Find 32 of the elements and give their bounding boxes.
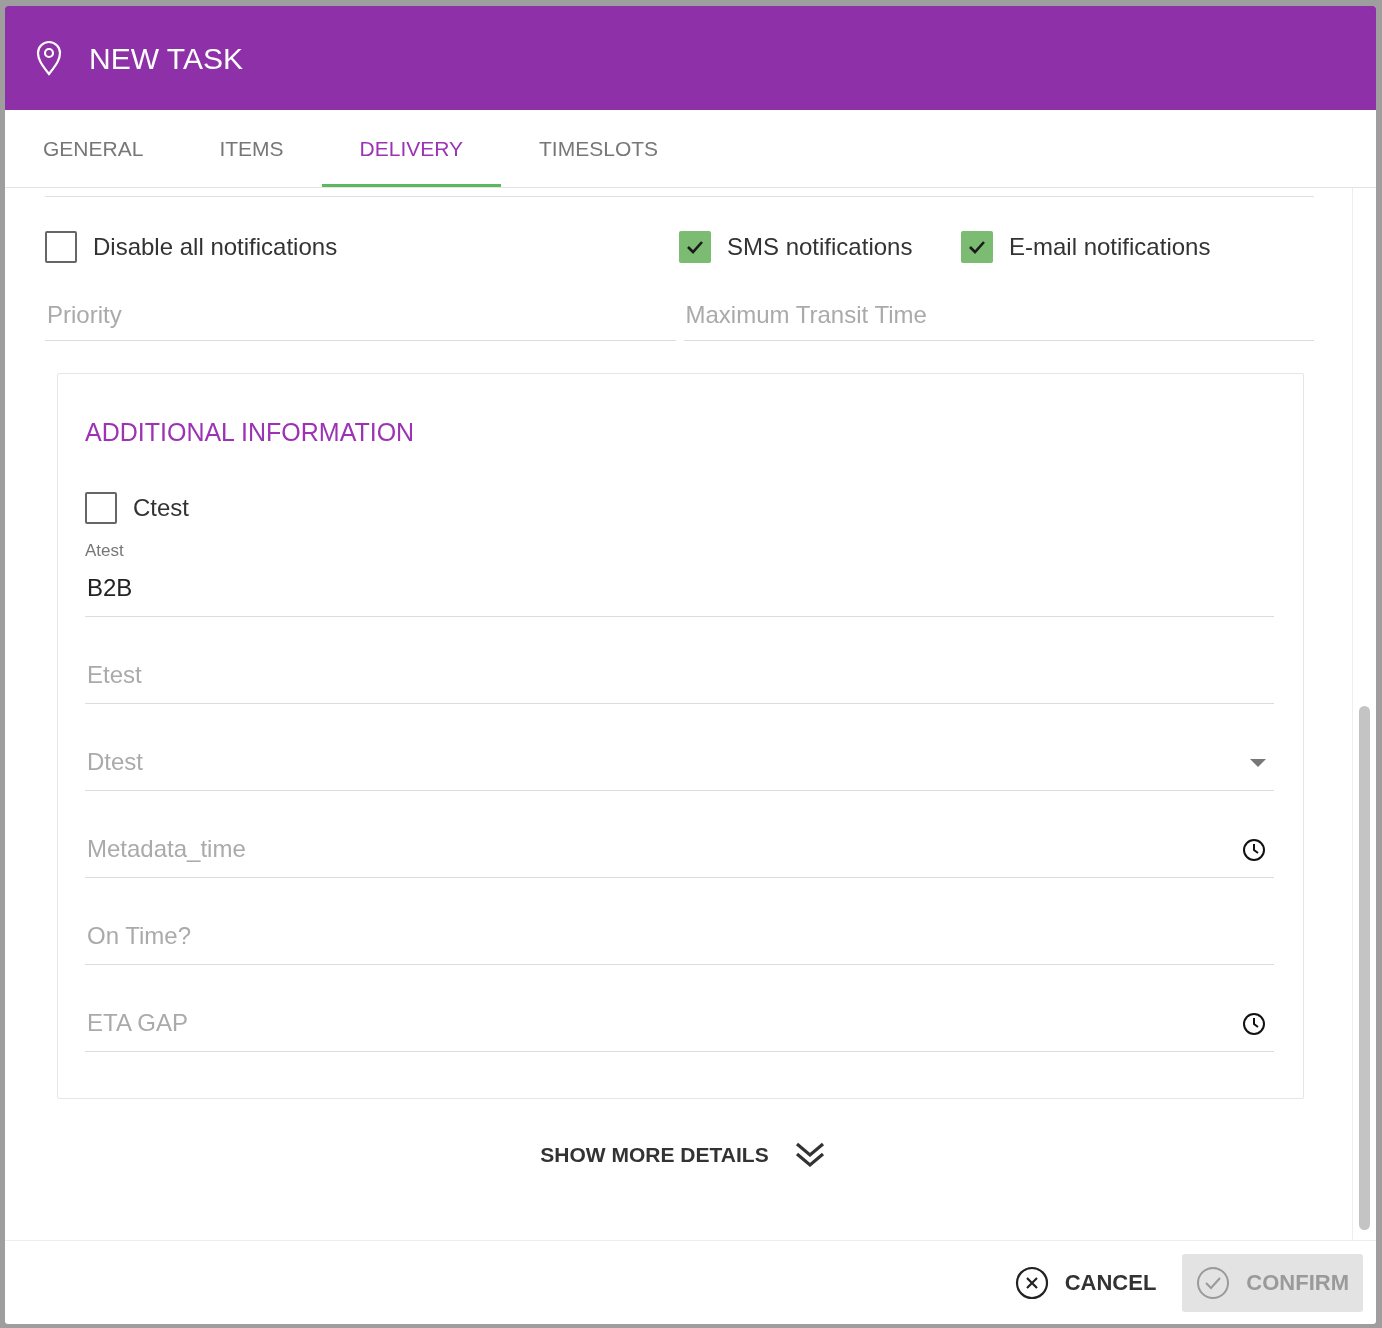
clock-icon[interactable]	[1242, 837, 1266, 862]
dropdown-field[interactable]: Dtest	[85, 734, 1274, 791]
tab[interactable]: ITEMS	[181, 110, 322, 187]
tab[interactable]: DELIVERY	[321, 110, 502, 187]
checkbox[interactable]	[45, 231, 77, 263]
check-circle-icon	[1196, 1265, 1231, 1300]
checkbox[interactable]	[85, 492, 117, 524]
text-field[interactable]: On Time?	[85, 908, 1274, 965]
checkbox[interactable]	[679, 231, 711, 263]
checkbox[interactable]	[961, 231, 993, 263]
checkbox-label: Ctest	[133, 493, 189, 523]
text-field[interactable]: B2B	[85, 560, 1274, 617]
time-field[interactable]: Metadata_time	[85, 821, 1274, 878]
section-title: ADDITIONAL INFORMATION	[85, 417, 416, 444]
tab[interactable]: TIMESLOTS	[501, 110, 697, 187]
checkbox-label: Disable all notifications	[93, 232, 338, 262]
time-field[interactable]: ETA GAP	[85, 995, 1274, 1052]
clock-icon[interactable]	[1242, 1011, 1266, 1036]
text-field[interactable]: Maximum Transit Time	[683, 289, 1314, 341]
dialog-title: NEW TASK	[89, 40, 243, 77]
text-field[interactable]: Etest	[85, 647, 1274, 704]
text-field[interactable]: Priority	[45, 289, 676, 341]
tab[interactable]: GENERAL	[5, 110, 182, 187]
field-label: Atest	[85, 540, 125, 560]
show-more-details-button[interactable]: SHOW MORE DETAILS	[534, 1135, 825, 1175]
checkbox-label: SMS notifications	[727, 232, 913, 262]
cancel-button[interactable]: CANCEL	[1010, 1253, 1161, 1312]
close-circle-icon	[1014, 1265, 1049, 1300]
location-pin-icon	[35, 40, 63, 76]
dropdown-caret-icon[interactable]	[1250, 758, 1266, 767]
checkbox-label: E-mail notifications	[1009, 232, 1211, 262]
double-chevron-down-icon	[794, 1141, 825, 1169]
